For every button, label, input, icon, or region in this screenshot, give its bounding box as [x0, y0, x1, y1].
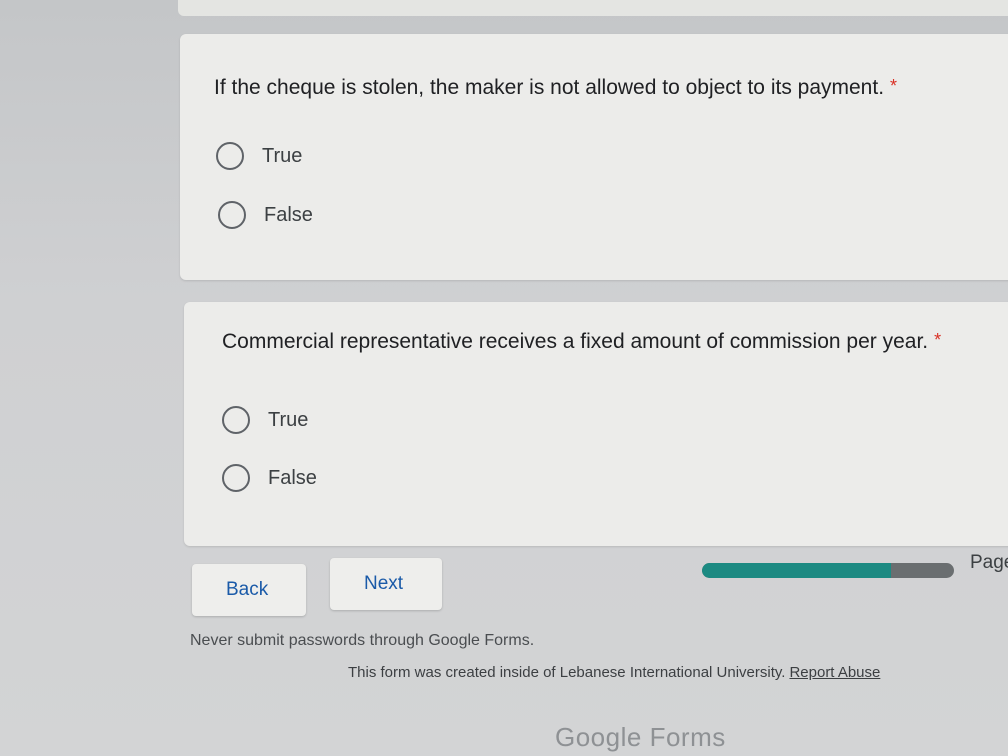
required-asterisk: * [890, 76, 898, 96]
question-1-option-false[interactable]: False [218, 201, 313, 229]
created-by-notice: This form was created inside of Lebanese… [348, 664, 880, 681]
report-abuse-link[interactable]: Report Abuse [789, 664, 880, 681]
progress-bar-fill [702, 563, 891, 578]
radio-button-icon[interactable] [218, 201, 246, 229]
question-1-title: If the cheque is stolen, the maker is no… [214, 76, 897, 100]
question-2-text: Commercial representative receives a fix… [222, 330, 929, 353]
question-2-option-false[interactable]: False [222, 464, 317, 492]
google-forms-logo: Google Forms [555, 722, 726, 752]
question-card-1: If the cheque is stolen, the maker is no… [180, 34, 1008, 280]
progress-bar [702, 563, 954, 578]
password-warning: Never submit passwords through Google Fo… [190, 632, 535, 649]
next-button[interactable]: Next [330, 558, 442, 610]
required-asterisk: * [934, 330, 942, 350]
radio-button-icon[interactable] [216, 142, 244, 170]
back-button[interactable]: Back [192, 564, 306, 616]
question-card-2: Commercial representative receives a fix… [184, 302, 1008, 546]
question-1-text: If the cheque is stolen, the maker is no… [214, 76, 885, 99]
question-2-option-true[interactable]: True [222, 406, 308, 434]
option-label: False [264, 203, 313, 226]
question-2-title: Commercial representative receives a fix… [222, 330, 941, 354]
radio-button-icon[interactable] [222, 464, 250, 492]
option-label: True [268, 408, 309, 431]
question-1-option-true[interactable]: True [216, 142, 302, 170]
option-label: False [268, 466, 317, 489]
page-indicator: Page [970, 552, 1008, 573]
created-by-text: This form was created inside of Lebanese… [348, 664, 786, 681]
form-page: If the cheque is stolen, the maker is no… [0, 0, 1008, 756]
previous-question-card [178, 0, 1008, 16]
option-label: True [262, 144, 303, 167]
radio-button-icon[interactable] [222, 406, 250, 434]
